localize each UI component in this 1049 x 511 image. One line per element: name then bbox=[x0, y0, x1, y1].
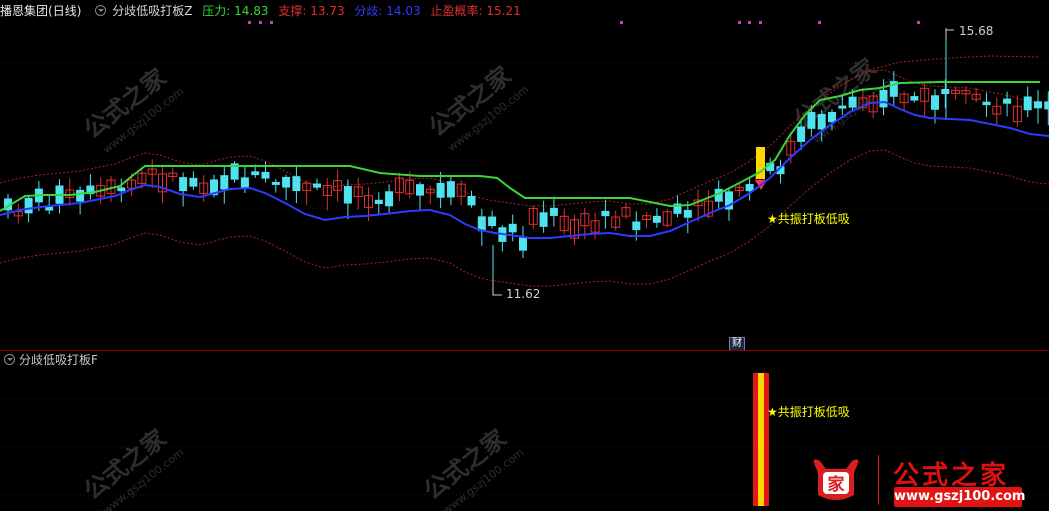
candle-body bbox=[848, 96, 857, 108]
high-price-label: 15.68 bbox=[959, 24, 993, 38]
annotations: 15.68 11.62 ★共振打板低吸 bbox=[492, 24, 993, 301]
candle-body bbox=[292, 176, 301, 192]
high-marker bbox=[945, 29, 954, 40]
candle-body bbox=[797, 126, 806, 142]
candle-body bbox=[508, 223, 517, 233]
low-price-label: 11.62 bbox=[506, 287, 540, 301]
signal-annotation: ★共振打板低吸 bbox=[767, 212, 850, 226]
watermark: 公式之家www.gszj100.com bbox=[79, 63, 187, 156]
candle-body bbox=[189, 177, 198, 187]
watermark: 公式之家www.gszj100.com bbox=[79, 424, 187, 511]
divergence-line bbox=[0, 100, 1049, 239]
candle-body bbox=[467, 195, 476, 206]
signal-dots bbox=[248, 21, 920, 24]
watermark-layer: 公式之家www.gszj100.com 公式之家www.gszj100.com 公式… bbox=[79, 53, 897, 156]
signal-dot bbox=[620, 21, 623, 24]
signal-dot bbox=[270, 21, 273, 24]
watermark: 公式之家www.gszj100.com bbox=[424, 61, 532, 154]
candle-body bbox=[601, 210, 610, 217]
signal-dot bbox=[248, 21, 251, 24]
signal-dot bbox=[748, 21, 751, 24]
finance-badge[interactable]: 财 bbox=[729, 337, 745, 351]
sub-indicator-name[interactable]: 分歧低吸打板F bbox=[19, 353, 98, 367]
signal-dot bbox=[917, 21, 920, 24]
candle-body bbox=[385, 191, 394, 207]
candle-body bbox=[261, 171, 270, 179]
candle-body bbox=[519, 237, 527, 251]
candle-body bbox=[446, 181, 455, 198]
candlestick-chart[interactable]: 公式之家www.gszj100.com 公式之家www.gszj100.com 公式… bbox=[0, 0, 1049, 350]
candle-body bbox=[817, 113, 826, 130]
candle-body bbox=[632, 221, 641, 231]
candle-body bbox=[941, 88, 950, 95]
candle-body bbox=[931, 95, 939, 110]
candle-body bbox=[1044, 101, 1049, 110]
signal-bar-yellow bbox=[758, 373, 764, 506]
signal-dot bbox=[759, 21, 762, 24]
low-marker bbox=[492, 282, 502, 296]
signal-dot bbox=[738, 21, 741, 24]
signal-dot bbox=[259, 21, 262, 24]
candle-body bbox=[549, 207, 558, 216]
grid-lines bbox=[0, 62, 1049, 307]
candle-body bbox=[220, 175, 229, 190]
candle-body bbox=[313, 183, 321, 188]
sub-indicator-header: 分歧低吸打板F bbox=[0, 352, 98, 368]
signal-dot bbox=[818, 21, 821, 24]
candle-body bbox=[1003, 98, 1012, 104]
candle-body bbox=[807, 111, 816, 129]
lower-band-line bbox=[0, 149, 1049, 287]
candle-body bbox=[539, 212, 548, 227]
candle-body bbox=[416, 184, 424, 196]
sub-signal-annotation: ★共振打板低吸 bbox=[767, 405, 850, 419]
candle-body bbox=[1023, 96, 1032, 111]
bull-badge-icon: 家 bbox=[813, 459, 859, 500]
watermark: 公式之家www.gszj100.com bbox=[419, 424, 527, 511]
candle-body bbox=[879, 89, 888, 108]
candle-body bbox=[982, 101, 991, 106]
candle-body bbox=[271, 181, 280, 185]
candle-body bbox=[374, 199, 383, 205]
candle-body bbox=[828, 111, 836, 123]
candle-body bbox=[488, 216, 497, 227]
logo-url: www.gszj100.com bbox=[894, 487, 1025, 507]
candle-body bbox=[910, 96, 919, 101]
badge-text: 家 bbox=[828, 474, 845, 495]
candle-body bbox=[282, 176, 291, 188]
sub-indicator-dropdown-icon[interactable] bbox=[4, 354, 15, 365]
logo-divider bbox=[878, 455, 879, 505]
candle-body bbox=[436, 182, 445, 198]
candle-body bbox=[251, 171, 260, 176]
candle-body bbox=[117, 187, 126, 192]
candle-body bbox=[683, 209, 692, 218]
candle-body bbox=[76, 189, 85, 202]
candle-body bbox=[652, 215, 661, 223]
candle-body bbox=[838, 105, 847, 109]
candle-body bbox=[343, 186, 352, 204]
candle-body bbox=[1034, 101, 1042, 109]
brand-logo: 家 公式之家 www.gszj100.com bbox=[808, 453, 1049, 511]
watermark-layer: 公式之家www.gszj100.com 公式之家www.gszj100.com bbox=[79, 424, 527, 511]
candle-body bbox=[24, 197, 33, 214]
candle-body bbox=[179, 177, 188, 192]
